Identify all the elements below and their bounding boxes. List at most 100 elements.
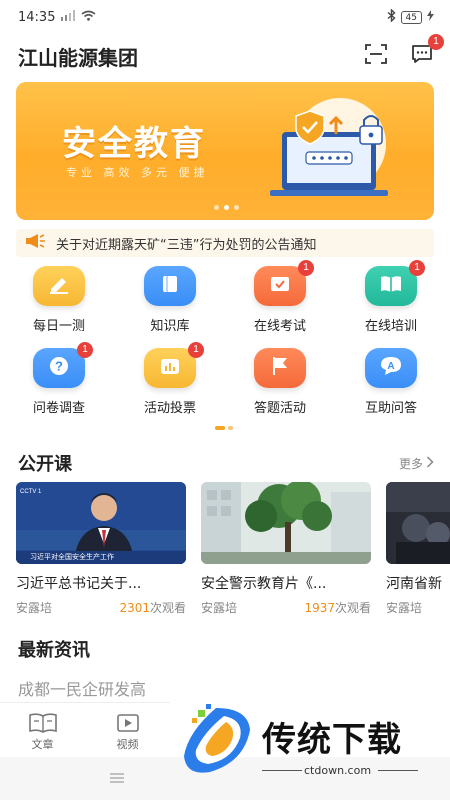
feature-icon-bg	[33, 266, 85, 306]
watermark-divider	[378, 770, 418, 771]
feature-knowledge-base[interactable]: 知识库	[115, 266, 225, 334]
tab-article[interactable]: 文章	[0, 703, 85, 757]
message-badge: 1	[428, 34, 444, 50]
feature-icon-bg: ? 1	[33, 342, 93, 388]
status-time: 14:35	[18, 9, 56, 25]
building-tree-image	[201, 482, 371, 564]
feature-label: 在线培训	[364, 319, 417, 334]
course-title: 习近平总书记关于...	[16, 576, 142, 592]
signal-icon	[61, 9, 76, 25]
app-title: 江山能源集团	[18, 45, 138, 70]
more-link[interactable]: 更多	[399, 455, 434, 472]
app-header: 江山能源集团 1	[0, 34, 450, 76]
course-views: 1937次观看	[304, 599, 371, 616]
feature-label: 问卷调查	[32, 401, 85, 416]
battery-indicator: 45	[400, 10, 422, 24]
feature-icon-bg	[144, 266, 196, 306]
course-title: 河南省新	[386, 576, 442, 592]
menu-icon[interactable]	[110, 769, 124, 788]
watermark-logo-icon	[184, 704, 250, 773]
course-card[interactable]: 河南省新 安露培	[386, 482, 450, 616]
courses-section-header: 公开课 更多	[18, 450, 434, 476]
course-card[interactable]: CCTV 1 习近平对全国安全生产工作 习近平总书记关于... 安露培 2301…	[16, 482, 186, 616]
feature-online-exam[interactable]: 1 在线考试	[225, 260, 335, 334]
feature-label: 活动投票	[143, 401, 196, 416]
feature-badge: 1	[298, 260, 314, 276]
course-views: 2301次观看	[119, 599, 186, 616]
tab-label: 视频	[116, 738, 139, 751]
views-count: 2301	[119, 601, 150, 615]
pencil-icon	[47, 274, 71, 298]
scan-button[interactable]	[364, 44, 388, 68]
watermark-brand: 传统下载	[262, 720, 402, 760]
flag-icon	[270, 355, 290, 381]
feature-daily-test[interactable]: 每日一测	[4, 266, 114, 334]
feature-icon-bg: A	[365, 348, 417, 388]
security-illustration	[270, 98, 388, 196]
course-thumbnail	[386, 482, 450, 564]
feature-survey[interactable]: ? 1 问卷调查	[4, 342, 114, 416]
charging-icon	[427, 9, 434, 25]
feature-label: 每日一测	[32, 319, 85, 334]
feature-online-training[interactable]: 1 在线培训	[336, 260, 446, 334]
course-card[interactable]: 安全警示教育片《... 安露培 1937次观看	[201, 482, 371, 616]
news-item-title[interactable]: 成都一民企研发高	[18, 676, 146, 700]
views-suffix: 次观看	[149, 601, 186, 615]
more-label: 更多	[398, 456, 423, 471]
feature-label: 在线考试	[253, 319, 306, 334]
course-meta: 安露培 2301次观看	[16, 599, 186, 616]
watermark: 传统下载 ctdown.com	[178, 702, 428, 780]
feature-mutual-qa[interactable]: A 互助问答	[336, 348, 446, 416]
channel-logo: CCTV 1	[20, 489, 42, 495]
feature-badge: 1	[188, 342, 204, 358]
page-dot-active	[215, 426, 225, 430]
notice-bar[interactable]: 关于对近期露天矿“三违”行为处罚的公告通知	[16, 229, 434, 257]
banner-subtitle: 专业 高效 多元 便捷	[66, 166, 209, 179]
banner-title: 安全教育	[62, 124, 206, 164]
course-thumbnail	[201, 482, 371, 564]
dark-scene-image	[386, 482, 450, 564]
banner-dot-active[interactable]	[224, 205, 229, 210]
page-dot	[228, 426, 233, 430]
section-title: 公开课	[18, 454, 72, 475]
views-suffix: 次观看	[334, 601, 371, 615]
question-icon: ?	[48, 355, 70, 381]
video-caption: 习近平对全国安全生产工作	[30, 553, 114, 561]
feature-label: 知识库	[150, 319, 190, 334]
feature-icon-bg: 1	[144, 342, 204, 388]
feature-label: 答题活动	[253, 401, 306, 416]
banner-carousel[interactable]: 安全教育 专业 高效 多元 便捷	[16, 82, 434, 220]
watermark-divider	[262, 770, 302, 771]
article-icon	[28, 713, 58, 736]
svg-text:A: A	[387, 361, 394, 372]
wifi-icon	[81, 10, 96, 25]
bluetooth-icon	[387, 7, 396, 26]
feature-badge: 1	[77, 342, 93, 358]
course-author: 安露培	[201, 601, 238, 615]
megaphone-icon	[26, 234, 46, 252]
status-bar: 14:35 45	[0, 0, 450, 34]
chevron-right-icon	[426, 455, 434, 471]
course-list: CCTV 1 习近平对全国安全生产工作 习近平总书记关于... 安露培 2301…	[16, 482, 450, 622]
views-count: 1937	[304, 601, 335, 615]
course-author: 安露培	[386, 601, 423, 615]
feature-quiz-activity[interactable]: 答题活动	[225, 348, 335, 416]
banner-dot[interactable]	[234, 205, 239, 210]
video-icon	[113, 713, 143, 736]
watermark-url: ctdown.com	[304, 764, 372, 777]
exam-icon	[269, 274, 291, 298]
vote-icon	[159, 356, 181, 380]
tab-video[interactable]: 视频	[85, 703, 170, 757]
feature-vote[interactable]: 1 活动投票	[115, 342, 225, 416]
grid-page-indicator	[215, 426, 233, 430]
section-title: 最新资讯	[18, 640, 90, 661]
banner-indicator	[214, 205, 239, 210]
svg-text:?: ?	[55, 359, 63, 374]
course-thumbnail: CCTV 1 习近平对全国安全生产工作	[16, 482, 186, 564]
news-section-header: 最新资讯	[18, 636, 434, 662]
open-book-icon	[379, 275, 403, 297]
course-meta: 安露培 1937次观看	[201, 599, 371, 616]
banner-dot[interactable]	[214, 205, 219, 210]
course-author: 安露培	[16, 601, 53, 615]
message-button[interactable]: 1	[410, 34, 444, 68]
